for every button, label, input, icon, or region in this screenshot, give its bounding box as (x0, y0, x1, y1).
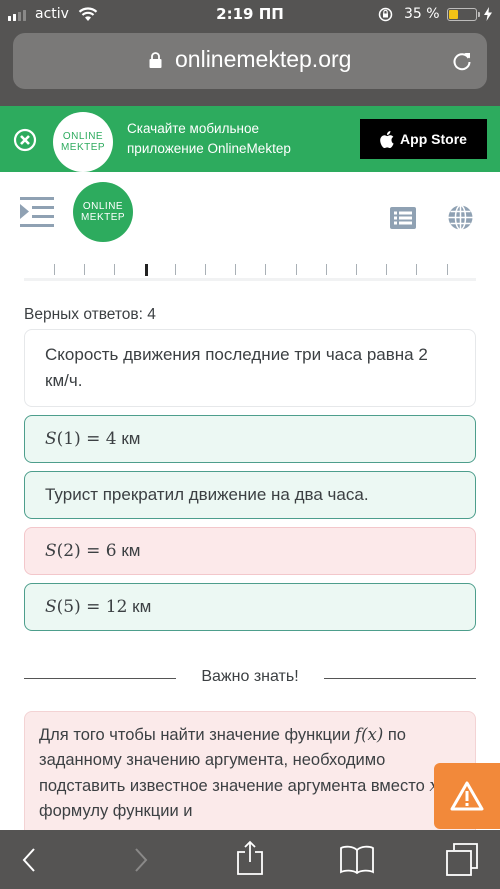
answer-option[interactable]: S(5) = 12 км (24, 583, 476, 631)
lesson-progress (24, 258, 476, 282)
correct-answers-count: Верных ответов: 4 (24, 306, 156, 323)
math-value: = 4 (80, 429, 117, 449)
app-store-label: App Store (400, 131, 467, 147)
apple-icon (380, 130, 394, 148)
answer-math: S(2) = 6 (45, 541, 117, 561)
info-math: f(x) (354, 725, 384, 744)
app-download-banner: ONLINE MEKTEP Скачайте мобильное приложе… (0, 106, 500, 172)
app-store-button[interactable]: App Store (360, 119, 487, 159)
share-icon[interactable] (236, 840, 264, 876)
banner-text-line2: приложение OnlineMektep (127, 141, 291, 156)
math-fn: S (45, 429, 57, 449)
battery-icon (447, 8, 477, 21)
answer-list: Скорость движения последние три часа рав… (24, 329, 476, 639)
progress-step[interactable] (416, 264, 418, 275)
math-fn: S (45, 597, 57, 617)
browser-toolbar (0, 830, 500, 889)
battery-percent: 35 % (404, 6, 440, 22)
progress-step[interactable] (295, 264, 297, 275)
progress-step[interactable] (54, 264, 55, 275)
answer-math: S(5) = 12 (45, 597, 127, 617)
math-arg: (2) (56, 541, 81, 561)
logo-text-line2: MEKTEP (80, 212, 126, 223)
important-divider: Важно знать! (24, 668, 476, 688)
reload-icon[interactable] (451, 50, 473, 72)
math-value: = 12 (80, 597, 128, 617)
site-logo[interactable]: ONLINE MEKTEP (73, 182, 133, 242)
url-text[interactable]: onlinemektep.org (175, 46, 351, 73)
divider-line-right (324, 678, 476, 679)
tabs-icon[interactable] (445, 842, 479, 876)
logo-text-line1: ONLINE (62, 131, 104, 142)
forward-icon[interactable] (134, 847, 148, 873)
progress-step[interactable] (446, 264, 448, 275)
info-text: Для того чтобы найти значение функции (39, 726, 355, 744)
close-icon[interactable] (13, 128, 37, 152)
progress-step[interactable] (386, 264, 388, 275)
math-fn: S (45, 541, 57, 561)
answer-math: S(1) = 4 (45, 429, 117, 449)
answer-unit: км (116, 429, 141, 448)
important-heading: Важно знать! (201, 668, 299, 685)
logo-text-line1: ONLINE (82, 201, 124, 212)
answer-unit: км (116, 541, 141, 560)
sidebar-toggle-icon[interactable] (20, 197, 54, 227)
progress-step[interactable] (114, 264, 116, 275)
banner-text: Скачайте мобильное приложение OnlineMekt… (127, 119, 291, 159)
progress-step[interactable] (235, 264, 237, 275)
answer-unit: км (127, 597, 152, 616)
report-error-button[interactable] (434, 763, 500, 829)
progress-step[interactable] (265, 264, 267, 275)
answer-text: Скорость движения последние три часа рав… (45, 345, 428, 390)
progress-step[interactable] (174, 264, 176, 275)
banner-text-line1: Скачайте мобильное (127, 121, 259, 136)
progress-baseline (24, 278, 476, 281)
bookmarks-icon[interactable] (339, 844, 375, 874)
warning-icon (450, 781, 484, 811)
lock-icon (149, 52, 162, 68)
logo-text-line2: MEKTEP (60, 142, 106, 153)
progress-step[interactable] (84, 264, 86, 275)
answer-option[interactable]: Скорость движения последние три часа рав… (24, 329, 476, 407)
progress-step[interactable] (205, 264, 206, 275)
math-arg: (1) (56, 429, 81, 449)
rotation-lock-icon (378, 7, 393, 22)
app-logo: ONLINE MEKTEP (53, 112, 113, 172)
important-info-box: Для того чтобы найти значение функции f(… (24, 711, 476, 841)
browser-chrome: activ 2:19 ПП 35 % onlinemektep.org (0, 0, 500, 106)
answer-option[interactable]: S(2) = 6 км (24, 527, 476, 575)
status-bar: activ 2:19 ПП 35 % (0, 0, 500, 30)
address-bar[interactable]: onlinemektep.org (13, 33, 487, 89)
table-of-contents-icon[interactable] (390, 207, 416, 229)
math-value: = 6 (80, 541, 117, 561)
answer-option[interactable]: S(1) = 4 км (24, 415, 476, 463)
progress-step-current[interactable] (144, 264, 148, 276)
back-icon[interactable] (22, 847, 36, 873)
answer-option[interactable]: Турист прекратил движение на два часа. (24, 471, 476, 519)
language-globe-icon[interactable] (448, 205, 473, 230)
math-arg: (5) (56, 597, 81, 617)
site-header: ONLINE MEKTEP (0, 172, 500, 252)
charging-bolt-icon (484, 7, 492, 21)
answer-text: Турист прекратил движение на два часа. (45, 485, 369, 504)
progress-step[interactable] (325, 264, 327, 275)
progress-step[interactable] (356, 264, 357, 275)
